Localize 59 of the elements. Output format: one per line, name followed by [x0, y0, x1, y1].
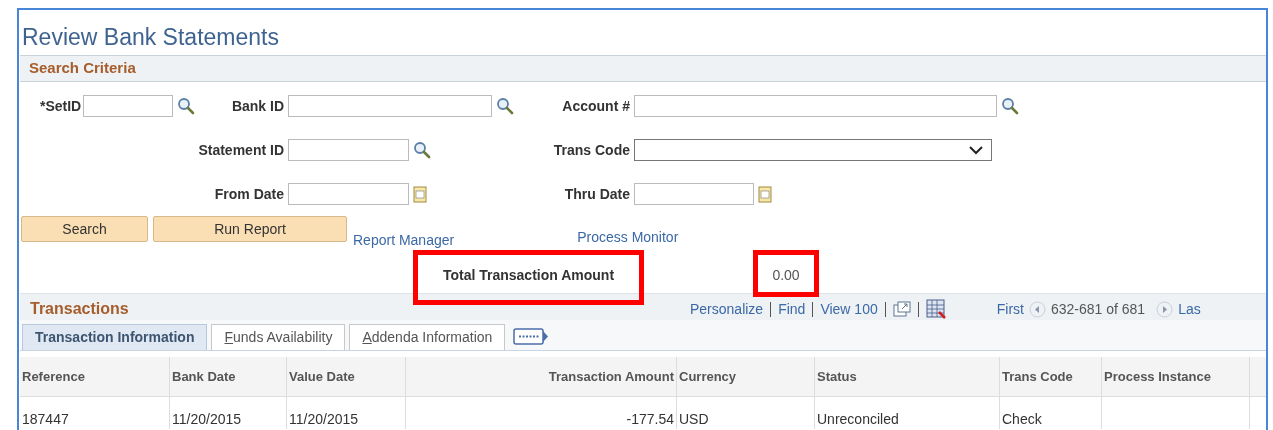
grid-title: Transactions [30, 299, 130, 319]
search-icon[interactable] [177, 97, 196, 115]
field-label: Trans Code [553, 140, 630, 160]
column-header: Process Instance [1102, 357, 1250, 396]
toolbar-link[interactable]: Find [778, 298, 806, 320]
table-cell-text: 11/20/2015 [289, 410, 359, 429]
input-field[interactable] [634, 183, 754, 205]
new-window-icon[interactable] [892, 301, 911, 317]
section-title: Search Criteria [29, 58, 136, 79]
column-header: Trans Code [1000, 357, 1102, 396]
process-monitor-link[interactable]: Process Monitor [577, 229, 679, 245]
toolbar-link[interactable]: View 100 [820, 298, 878, 320]
tab[interactable]: Funds Availability [211, 324, 346, 350]
total-value: 0.00 [772, 266, 800, 285]
tab[interactable]: Transaction Information [22, 324, 208, 350]
table-cell-text: -177.54 [626, 410, 674, 429]
next-icon[interactable] [1156, 300, 1174, 318]
field-label: Statement ID [198, 140, 284, 160]
field-label: Account # [562, 96, 630, 116]
input-field[interactable] [288, 139, 409, 161]
field-label: *SetID [40, 96, 82, 116]
input-field[interactable] [288, 95, 492, 117]
search-icon[interactable] [496, 97, 514, 115]
last-link[interactable]: Las [1178, 298, 1201, 320]
table-cell-text: 187447 [22, 410, 69, 429]
table-cell-text: USD [679, 410, 709, 429]
field-label: From Date [214, 184, 284, 204]
total-label: Total Transaction Amount [442, 266, 615, 285]
table-cell-text: Check [1002, 410, 1042, 429]
column-header: Transaction Amount [406, 357, 677, 396]
tab[interactable]: Addenda Information [349, 324, 506, 350]
table-cell-text: 11/20/2015 [172, 410, 242, 429]
column-header: Value Date [287, 357, 406, 396]
page-range: 632-681 of 681 [1050, 299, 1146, 319]
toolbar-link[interactable]: Personalize [690, 298, 764, 320]
field-label: Thru Date [564, 184, 630, 204]
search-icon[interactable] [1001, 97, 1019, 115]
previous-icon[interactable] [1028, 300, 1046, 318]
input-field[interactable] [634, 95, 997, 117]
input-field[interactable] [83, 95, 174, 117]
calendar-icon[interactable] [413, 185, 427, 203]
column-header: Bank Date [170, 357, 287, 396]
input-field[interactable] [288, 183, 409, 205]
search-icon[interactable] [413, 141, 431, 159]
dropdown-field[interactable] [634, 139, 992, 161]
run-report-button[interactable]: Run Report [153, 216, 347, 242]
column-header: Reference [20, 357, 170, 396]
page-title: Review Bank Statements [21, 23, 280, 52]
show-all-columns-icon[interactable] [513, 328, 550, 346]
chevron-down-icon [969, 145, 983, 155]
field-label: Bank ID [231, 96, 284, 116]
calendar-icon[interactable] [758, 185, 772, 203]
search-button[interactable]: Search [21, 216, 148, 242]
spreadsheet-icon[interactable] [925, 299, 946, 319]
column-header: Currency [677, 357, 815, 396]
first-link[interactable]: First [996, 298, 1024, 320]
report-manager-link[interactable]: Report Manager [353, 232, 455, 248]
table-cell-text: Unreconciled [817, 410, 899, 429]
column-header: Status [815, 357, 1000, 396]
